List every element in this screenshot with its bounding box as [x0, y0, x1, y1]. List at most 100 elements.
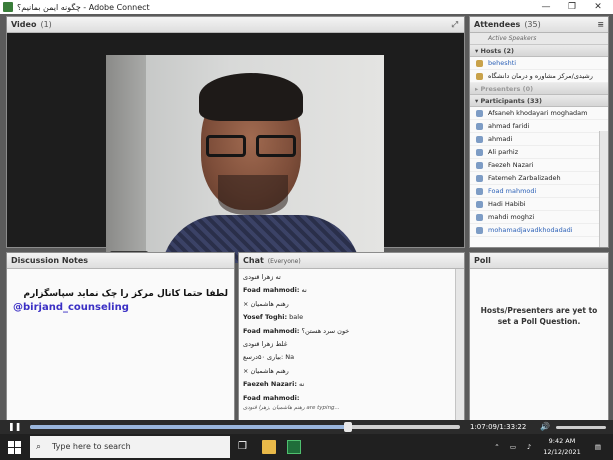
- participant-row[interactable]: Faezeh Nazari: [470, 159, 608, 172]
- hosts-section[interactable]: ▾ Hosts (2): [470, 45, 608, 57]
- presenters-label: Presenters (0): [480, 85, 534, 93]
- participant-row[interactable]: Hadi Habibi: [470, 198, 608, 211]
- adobe-connect-taskbar-icon[interactable]: [287, 440, 301, 454]
- tray-chevron-icon[interactable]: ⌃: [490, 434, 504, 460]
- clock-date: 12/12/2021: [543, 448, 581, 456]
- active-speakers-bar: Active Speakers: [470, 33, 608, 45]
- playback-progress: [30, 425, 349, 429]
- participant-icon: [476, 149, 483, 156]
- pause-icon[interactable]: ❚❚: [8, 420, 21, 434]
- pod-menu-icon[interactable]: ≡: [597, 17, 604, 33]
- window-titlebar: چگونه ایمن بمانیم؟ - Adobe Connect — ❐ ✕: [0, 0, 613, 14]
- host-row[interactable]: beheshti: [470, 57, 608, 70]
- video-pod-count: (1): [40, 20, 52, 29]
- chat-message: Foad mahmodi: نه: [243, 286, 307, 295]
- clock-time: 9:42 AM: [548, 437, 576, 445]
- participant-row[interactable]: mohamadjavadkhodadadi: [470, 224, 608, 237]
- poll-pod: Poll Hosts/Presenters are yet to set a P…: [469, 252, 609, 432]
- connect-workspace: Video(1) ⤢ beheshti Attendees(35) ≡ Acti…: [0, 14, 613, 434]
- taskbar-clock[interactable]: 9:42 AM 12/12/2021: [540, 436, 584, 458]
- participant-row[interactable]: Afsaneh khodayari moghadam: [470, 107, 608, 120]
- video-pod-title: Video: [11, 20, 37, 29]
- chat-title: Chat: [243, 256, 264, 265]
- poll-title: Poll: [474, 256, 491, 265]
- playback-bar: ❚❚ 1:07:09/1:33:22 🔊: [0, 420, 613, 434]
- chat-scope: (Everyone): [267, 258, 301, 265]
- chat-scrollbar[interactable]: [455, 269, 464, 431]
- chat-message: × رهنم هاشمیان: [243, 366, 289, 375]
- search-placeholder: Type here to search: [52, 442, 131, 451]
- participant-icon: [476, 188, 483, 195]
- speaker-icon[interactable]: ♪: [522, 434, 536, 460]
- chat-message: Foad mahmodi:: [243, 393, 300, 402]
- typing-indicator: رهنم هاشمیان ,زهرا قنودی are typing...: [243, 405, 340, 412]
- chat-message: ته زهرا قنودی: [243, 273, 281, 281]
- network-icon[interactable]: ▭: [506, 434, 520, 460]
- attendees-scrollbar[interactable]: [599, 131, 608, 247]
- participant-icon: [476, 136, 483, 143]
- participant-row[interactable]: ahmadi: [470, 133, 608, 146]
- webcam-feed: [106, 55, 384, 263]
- chat-message: بیاری ۵۰درسع: Na: [243, 353, 295, 362]
- close-button[interactable]: ✕: [585, 0, 611, 14]
- chat-message: Yosef Toghi: bale: [243, 313, 304, 322]
- presenters-section[interactable]: ▸ Presenters (0): [470, 83, 608, 95]
- attendees-count: (35): [524, 20, 541, 29]
- playback-track[interactable]: [30, 425, 460, 429]
- participant-icon: [476, 110, 483, 117]
- hosts-label: Hosts (2): [480, 47, 515, 55]
- video-pod-header: Video (1) ⤢: [7, 17, 464, 33]
- volume-slider[interactable]: [556, 426, 606, 429]
- participant-icon: [476, 175, 483, 182]
- video-stage: beheshti: [7, 33, 464, 263]
- notes-pod-header: Discussion Notes: [7, 253, 234, 269]
- host-icon: [476, 73, 483, 80]
- participant-icon: [476, 214, 483, 221]
- chat-message: × رهنم هاشمیان: [243, 299, 289, 308]
- windows-start-icon[interactable]: [8, 441, 21, 454]
- participant-row[interactable]: ahmad faridi: [470, 120, 608, 133]
- minimize-button[interactable]: —: [533, 0, 559, 14]
- host-row[interactable]: رشیدی/مرکز مشاوره و درمان دانشگاه: [470, 70, 608, 83]
- notes-message: لطفا حتما کانال مرکز را چک نماید سپاسگزا…: [23, 289, 228, 299]
- participants-label: Participants (33): [480, 97, 543, 105]
- taskbar-search-input[interactable]: ⌕ Type here to search: [30, 436, 230, 458]
- chat-pod: Chat (Everyone) ته زهرا قنودی Foad mahmod…: [238, 252, 465, 432]
- attendees-pod: Attendees (35) ≡ Active Speakers ▾ Hosts …: [469, 16, 609, 248]
- chat-message: غلط زهرا قنودی: [243, 340, 288, 349]
- participant-icon: [476, 162, 483, 169]
- taskbar: ⌕ Type here to search ❒ ⌃ ▭ ♪ 9:42 AM 12…: [0, 434, 613, 460]
- chat-message: Faezeh Nazari: نه: [243, 380, 305, 389]
- host-icon: [476, 60, 483, 67]
- participant-row[interactable]: Ali parhiz: [470, 146, 608, 159]
- poll-pod-header: Poll: [470, 253, 608, 269]
- notes-title: Discussion Notes: [11, 256, 89, 265]
- playback-time: 1:07:09/1:33:22: [470, 423, 527, 431]
- task-view-icon[interactable]: ❒: [238, 440, 252, 454]
- volume-icon[interactable]: 🔊: [540, 420, 550, 434]
- video-pod: Video(1) ⤢ beheshti: [6, 16, 465, 263]
- notes-pod: Discussion Notes لطفا حتما کانال مرکز را…: [6, 252, 235, 432]
- chat-message: Foad mahmodi: خون سرد هستن؟: [243, 326, 350, 335]
- participants-section[interactable]: ▾ Participants (33): [470, 95, 608, 107]
- participant-icon: [476, 227, 483, 234]
- participant-icon: [476, 201, 483, 208]
- chat-pod-header: Chat (Everyone): [239, 253, 464, 269]
- fullscreen-icon[interactable]: ⤢: [452, 17, 458, 33]
- notifications-icon[interactable]: ▤: [590, 434, 606, 460]
- playback-handle[interactable]: [344, 422, 353, 432]
- participant-row[interactable]: Foad mahmodi: [470, 185, 608, 198]
- adobe-connect-icon: [3, 2, 13, 12]
- file-explorer-icon[interactable]: [262, 440, 276, 454]
- poll-message: Hosts/Presenters are yet to set a Poll Q…: [480, 306, 598, 326]
- chat-messages: ته زهرا قنودی Foad mahmodi: نه × رهنم ها…: [239, 269, 454, 431]
- participant-row[interactable]: mahdi moghzi: [470, 211, 608, 224]
- participant-icon: [476, 123, 483, 130]
- search-icon: ⌕: [36, 442, 42, 452]
- notes-link[interactable]: @birjand_counseling: [7, 299, 234, 316]
- attendees-title: Attendees: [474, 20, 521, 29]
- window-title: چگونه ایمن بمانیم؟ - Adobe Connect: [17, 2, 150, 12]
- participant-row[interactable]: Fatemeh Zarbalizadeh: [470, 172, 608, 185]
- attendees-pod-header: Attendees (35) ≡: [470, 17, 608, 33]
- restore-button[interactable]: ❐: [559, 0, 585, 14]
